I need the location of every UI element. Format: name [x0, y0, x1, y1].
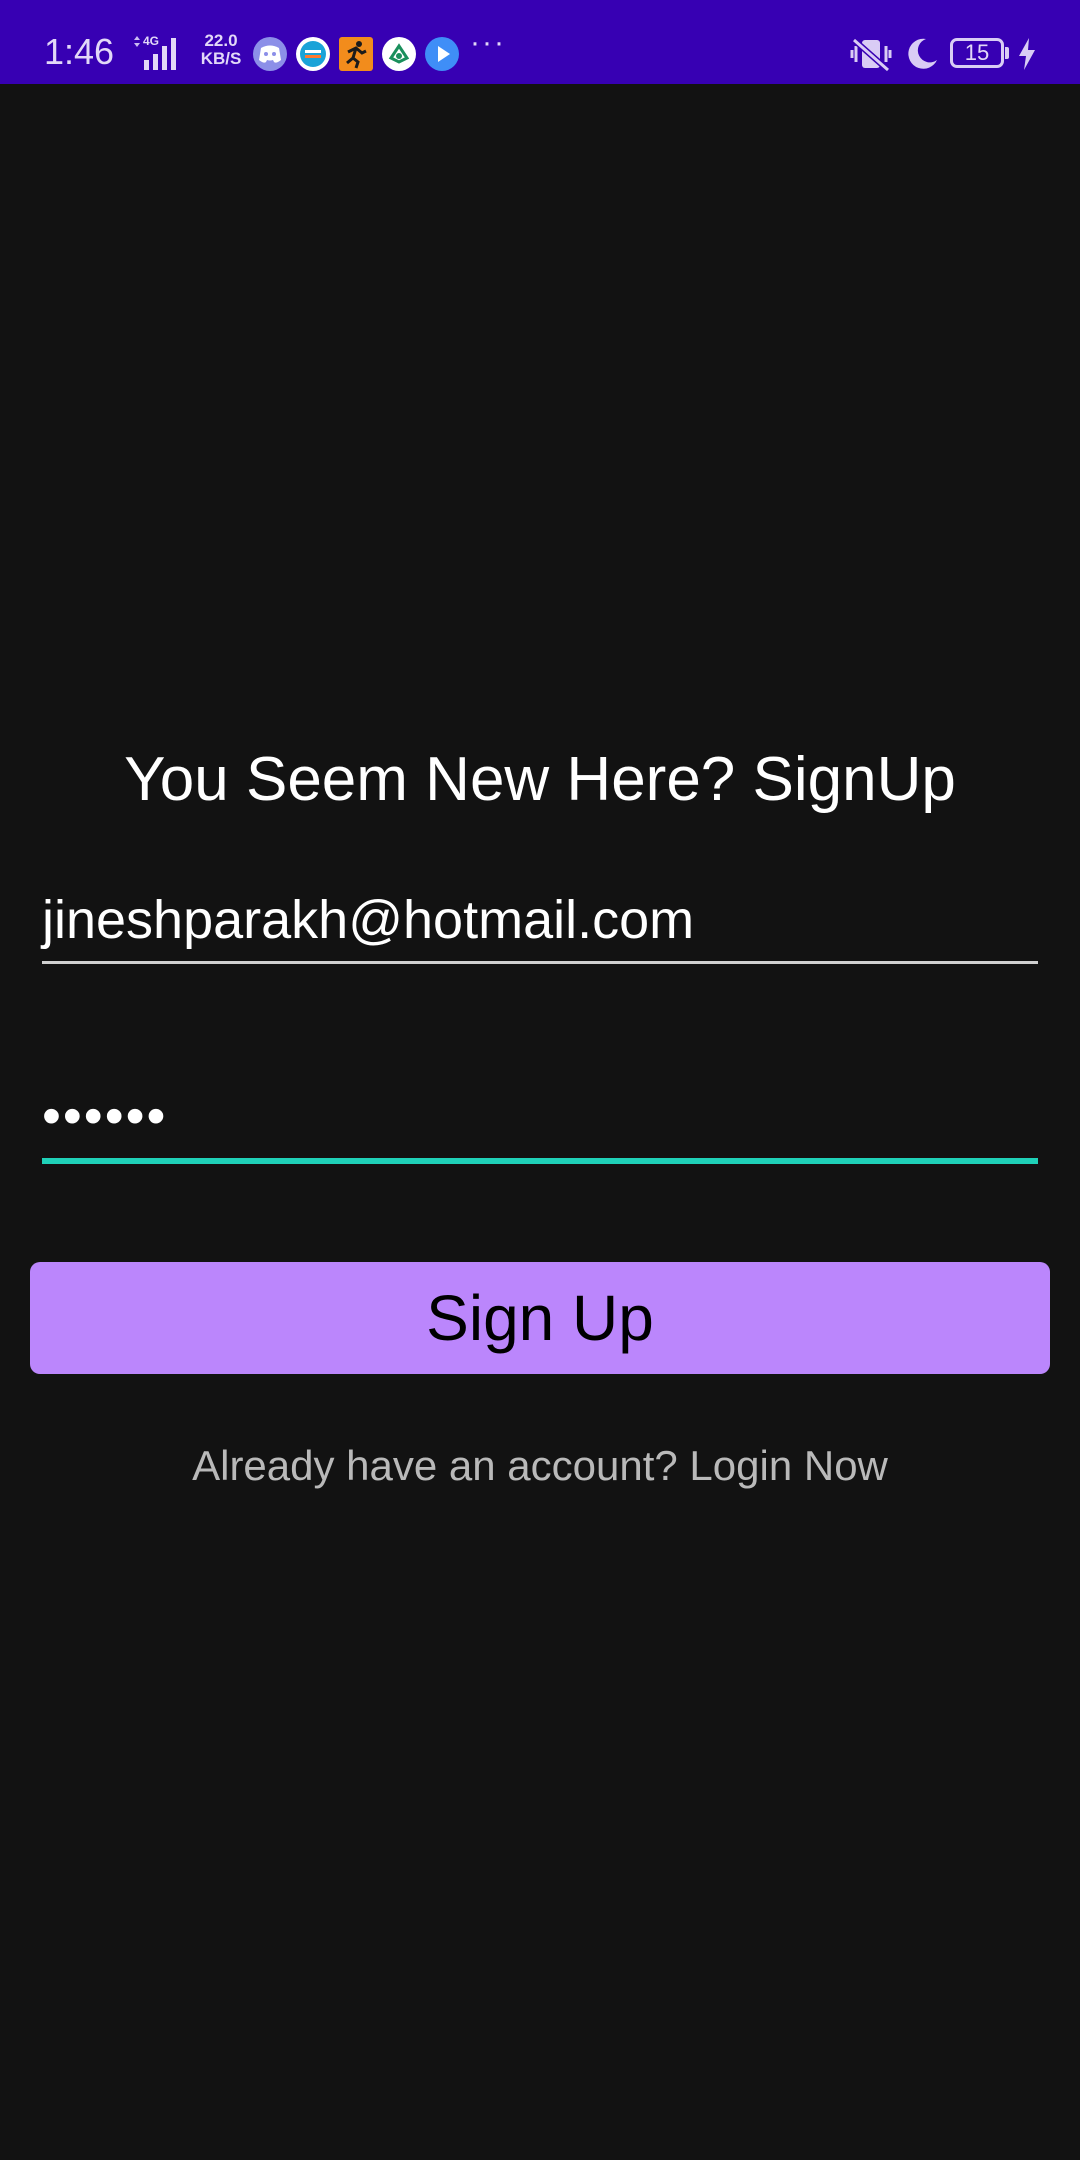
speed-value: 22.0 — [204, 31, 238, 50]
login-link[interactable]: Already have an account? Login Now — [0, 1440, 1080, 1492]
app-circle-icon — [296, 37, 330, 71]
moon-icon — [908, 38, 937, 69]
signup-screen: 1:46 4G 22.0 KB/S ··· 15 You Seem New He… — [0, 0, 1080, 2160]
discord-icon — [253, 37, 287, 71]
status-bar: 1:46 4G 22.0 KB/S ··· 15 — [0, 0, 1080, 84]
email-value[interactable]: jineshparakh@hotmail.com — [42, 884, 694, 956]
network-speed: 22.0 KB/S — [198, 32, 244, 68]
page-title: You Seem New Here? SignUp — [124, 745, 956, 814]
more-notifications-icon: ··· — [470, 26, 506, 59]
signup-button[interactable]: Sign Up — [30, 1262, 1050, 1374]
password-field[interactable]: •••••• — [42, 1078, 1038, 1164]
network-type: 4G — [143, 34, 159, 48]
vibrate-off-icon — [850, 37, 892, 72]
speed-unit: KB/S — [200, 49, 242, 68]
refresh-app-icon — [382, 37, 416, 71]
signal-icon: 4G — [134, 34, 176, 70]
battery-icon: 15 — [950, 38, 1004, 68]
status-time: 1:46 — [44, 31, 115, 72]
runner-icon — [339, 37, 373, 71]
email-field[interactable]: jineshparakh@hotmail.com — [42, 884, 1038, 964]
play-icon — [425, 37, 459, 71]
password-value[interactable]: •••••• — [42, 1080, 167, 1152]
battery-tip — [1005, 47, 1009, 59]
charging-bolt-icon — [1019, 38, 1035, 70]
